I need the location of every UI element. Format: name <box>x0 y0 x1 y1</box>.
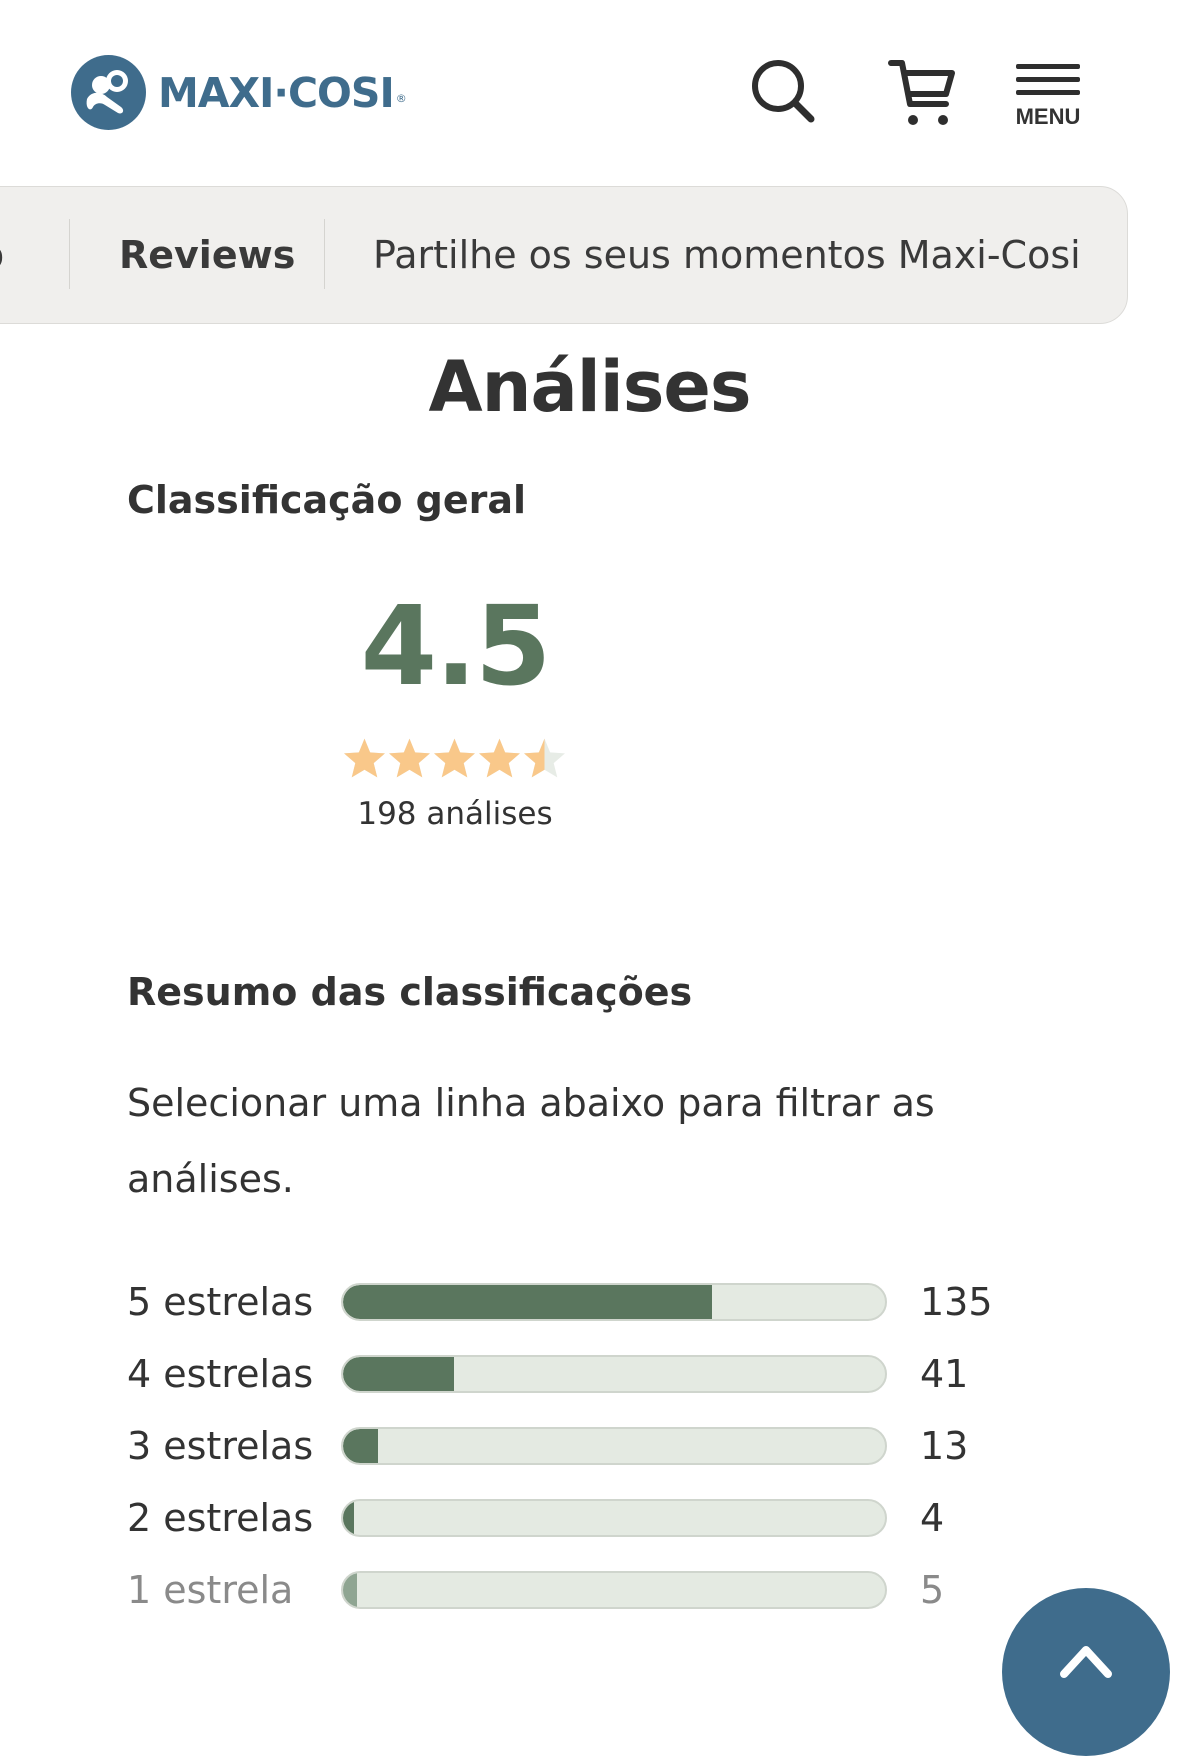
rating-summary-heading: Resumo das classificações <box>127 970 693 1014</box>
star-icon <box>389 738 430 778</box>
rating-bar <box>341 1283 887 1321</box>
site-header: MAXI·COSI ® MENU <box>0 0 1179 186</box>
rating-bar-fill <box>343 1501 354 1535</box>
brand-reg-mark: ® <box>395 92 407 105</box>
tab-partial[interactable]: o <box>0 187 4 323</box>
rating-bar-fill <box>343 1285 712 1319</box>
tab-divider <box>324 219 325 289</box>
tab-divider <box>69 219 70 289</box>
rating-row-label: 2 estrelas <box>127 1496 314 1540</box>
rating-bar-fill <box>343 1429 379 1463</box>
rating-row-label: 5 estrelas <box>127 1280 314 1324</box>
star-rating <box>342 736 567 780</box>
menu-label: MENU <box>1015 104 1081 129</box>
back-to-top-button[interactable] <box>1002 1588 1170 1756</box>
overall-score: 4.5 <box>360 582 552 710</box>
rating-row-4[interactable]: 4 estrelas 41 <box>127 1344 1027 1404</box>
overall-rating-heading: Classificação geral <box>127 478 527 522</box>
rating-row-count: 13 <box>920 1424 969 1468</box>
star-icon <box>479 738 520 778</box>
hamburger-icon <box>1016 64 1080 95</box>
rating-bar <box>341 1355 887 1393</box>
rating-row-5[interactable]: 5 estrelas 135 <box>127 1272 1027 1332</box>
brand-logo[interactable]: MAXI·COSI ® <box>71 55 407 130</box>
search-icon[interactable] <box>750 58 816 128</box>
chevron-up-icon <box>1060 1646 1112 1678</box>
brand-logo-icon <box>71 55 146 130</box>
rating-row-label: 4 estrelas <box>127 1352 314 1396</box>
rating-bar-fill <box>343 1357 455 1391</box>
rating-row-3[interactable]: 3 estrelas 13 <box>127 1416 1027 1476</box>
star-icon <box>344 738 385 778</box>
rating-row-label: 1 estrela <box>127 1568 294 1612</box>
brand-name: MAXI·COSI <box>158 68 395 117</box>
rating-row-label: 3 estrelas <box>127 1424 314 1468</box>
rating-row-count: 41 <box>920 1352 969 1396</box>
rating-bar <box>341 1427 887 1465</box>
page-title: Análises <box>428 346 751 428</box>
star-icon <box>524 738 565 778</box>
review-count[interactable]: 198 análises <box>320 796 590 832</box>
menu-button[interactable]: MENU <box>1015 62 1081 130</box>
star-icon <box>434 738 475 778</box>
rating-bar <box>341 1499 887 1537</box>
tab-share-moments[interactable]: Partilhe os seus momentos Maxi-Cosi <box>373 187 1081 323</box>
rating-bar <box>341 1571 887 1609</box>
section-tabs: o Reviews Partilhe os seus momentos Maxi… <box>0 186 1128 324</box>
rating-bar-fill <box>343 1573 357 1607</box>
rating-row-1[interactable]: 1 estrela 5 <box>127 1560 1027 1620</box>
cart-icon[interactable] <box>888 58 956 132</box>
rating-row-count: 135 <box>920 1280 993 1324</box>
rating-row-2[interactable]: 2 estrelas 4 <box>127 1488 1027 1548</box>
rating-row-count: 5 <box>920 1568 945 1612</box>
tab-reviews[interactable]: Reviews <box>119 187 295 323</box>
filter-instructions: Selecionar uma linha abaixo para filtrar… <box>127 1081 935 1201</box>
rating-row-count: 4 <box>920 1496 945 1540</box>
